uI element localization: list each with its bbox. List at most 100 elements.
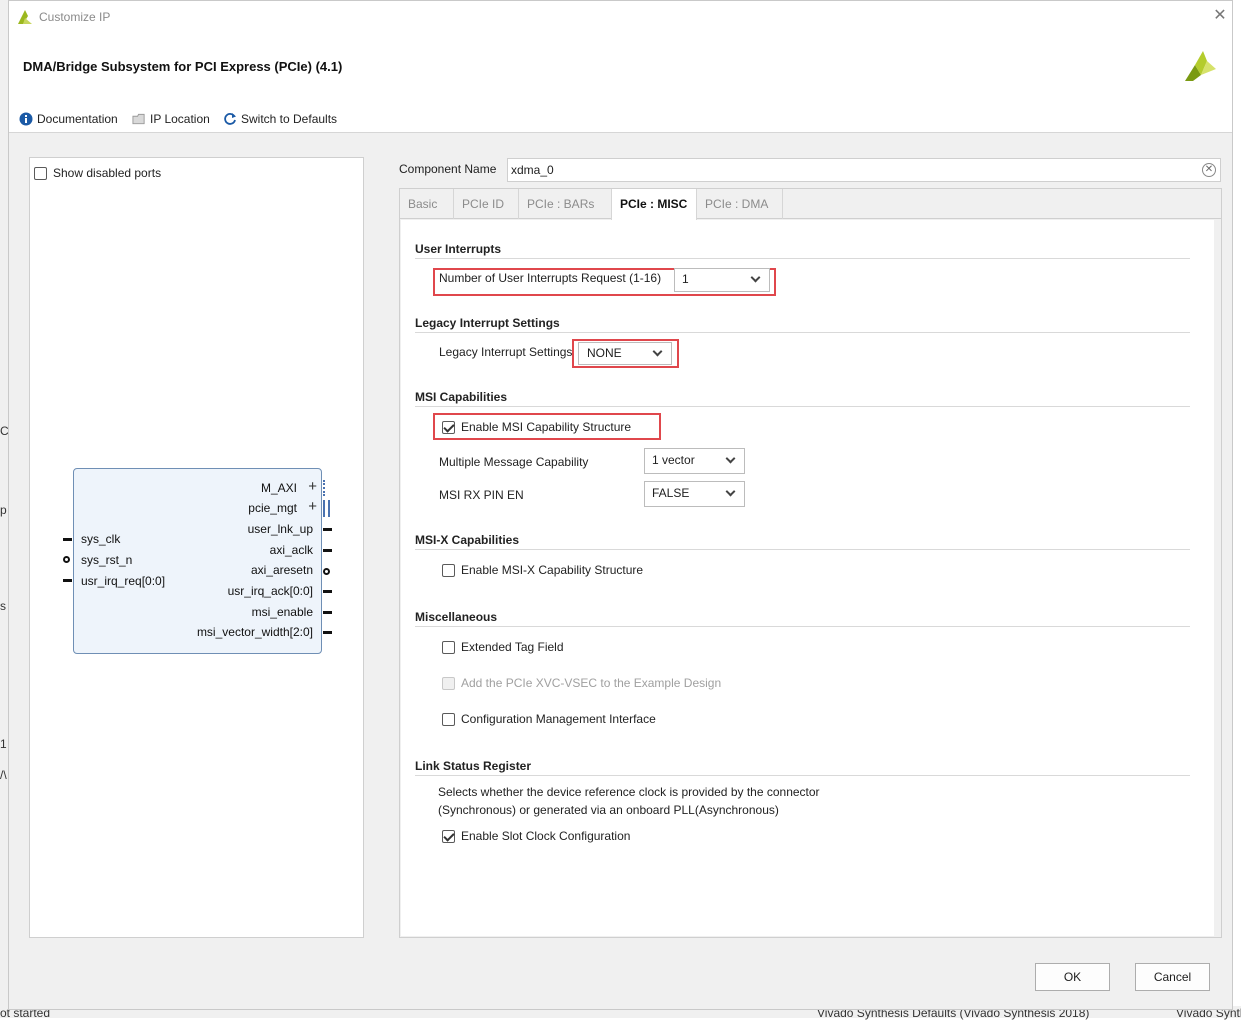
- port-msi-vector-width: msi_vector_width[2:0]: [196, 625, 313, 639]
- enable-msi-label: Enable MSI Capability Structure: [461, 420, 632, 434]
- ip-location-button[interactable]: IP Location: [132, 110, 210, 128]
- port-usr-irq-req: usr_irq_req[0:0]: [81, 574, 166, 588]
- bus-pin-m-axi: [323, 480, 330, 496]
- port-msi-enable: msi_enable: [251, 605, 313, 619]
- close-icon[interactable]: ✕: [1209, 5, 1231, 27]
- documentation-label: Documentation: [37, 112, 118, 126]
- extended-tag-label: Extended Tag Field: [461, 640, 564, 654]
- tab-bar: Basic PCIe ID PCIe : BARs PCIe : MISC PC…: [400, 189, 1221, 220]
- chevron-down-icon: [725, 453, 736, 464]
- section-miscellaneous: Miscellaneous: [415, 610, 498, 624]
- bus-pin-pcie-mgt: [323, 500, 330, 517]
- chevron-down-icon: [750, 272, 761, 283]
- xvc-vsec-checkbox: Add the PCIe XVC-VSEC to the Example Des…: [442, 676, 721, 690]
- pin-axi-aclk: [323, 549, 332, 552]
- port-user-lnk-up: user_lnk_up: [247, 522, 313, 536]
- expand-plus-icon[interactable]: +: [308, 499, 317, 514]
- enable-msi-checkbox[interactable]: Enable MSI Capability Structure: [442, 420, 631, 434]
- port-usr-irq-ack: usr_irq_ack[0:0]: [227, 584, 313, 598]
- multiple-message-label: Multiple Message Capability: [439, 455, 589, 469]
- xilinx-logo-icon: [1183, 51, 1217, 86]
- title-bar: Customize IP ✕: [9, 1, 1232, 33]
- port-axi-aresetn: axi_aresetn: [250, 563, 313, 577]
- chevron-down-icon: [652, 346, 663, 357]
- ip-title: DMA/Bridge Subsystem for PCI Express (PC…: [23, 59, 343, 74]
- separator: [415, 332, 1190, 333]
- separator: [415, 406, 1190, 407]
- expand-plus-icon[interactable]: +: [308, 479, 317, 494]
- section-user-interrupts: User Interrupts: [415, 242, 502, 256]
- checkbox-box: [442, 676, 455, 690]
- legacy-interrupt-dropdown[interactable]: NONE: [578, 342, 672, 365]
- checkbox-box[interactable]: [442, 640, 455, 654]
- link-status-description: (Synchronous) or generated via an onboar…: [438, 803, 779, 817]
- tab-pcie-id[interactable]: PCIe ID: [454, 189, 519, 219]
- switch-to-defaults-label: Switch to Defaults: [241, 112, 338, 126]
- section-link-status: Link Status Register: [415, 759, 532, 773]
- component-name-input[interactable]: xdma_0: [507, 158, 1221, 182]
- section-msix-capabilities: MSI-X Capabilities: [415, 533, 520, 547]
- clear-icon[interactable]: ✕: [1202, 163, 1216, 177]
- ip-symbol-block: M_AXI + pcie_mgt + user_lnk_up axi_aclk …: [73, 468, 322, 654]
- tab-basic[interactable]: Basic: [400, 189, 454, 219]
- port-m-axi: M_AXI: [260, 481, 297, 495]
- separator: [415, 626, 1190, 627]
- pin-user-lnk-up: [323, 528, 332, 531]
- checkbox-box[interactable]: [34, 166, 47, 180]
- config-mgmt-checkbox[interactable]: Configuration Management Interface: [442, 712, 656, 726]
- pin-sys-clk: [63, 538, 72, 541]
- documentation-button[interactable]: Documentation: [19, 110, 118, 128]
- component-name-label: Component Name: [399, 162, 497, 176]
- background-text: 1: [0, 737, 7, 751]
- multiple-message-dropdown[interactable]: 1 vector: [644, 448, 745, 474]
- port-pcie-mgt: pcie_mgt: [248, 501, 297, 515]
- separator: [415, 775, 1190, 776]
- config-mgmt-label: Configuration Management Interface: [461, 712, 656, 726]
- msi-rx-pin-dropdown[interactable]: FALSE: [644, 481, 745, 507]
- background-text: p: [0, 503, 7, 517]
- legacy-interrupt-value: NONE: [587, 346, 622, 360]
- ip-header: DMA/Bridge Subsystem for PCI Express (PC…: [9, 33, 1232, 133]
- config-tabs: Basic PCIe ID PCIe : BARs PCIe : MISC PC…: [399, 188, 1222, 938]
- checkbox-box[interactable]: [442, 563, 455, 577]
- cancel-button[interactable]: Cancel: [1135, 963, 1210, 991]
- user-interrupts-dropdown[interactable]: 1: [674, 268, 770, 292]
- checkbox-box[interactable]: [442, 712, 455, 726]
- pin-axi-aresetn-inverted: [323, 568, 330, 575]
- port-axi-aclk: axi_aclk: [269, 543, 313, 557]
- dialog-title: Customize IP: [39, 10, 111, 24]
- user-interrupts-label: Number of User Interrupts Request (1-16): [439, 271, 662, 285]
- checkbox-box[interactable]: [442, 829, 455, 843]
- tab-pcie-misc[interactable]: PCIe : MISC: [611, 189, 697, 220]
- ip-location-label: IP Location: [150, 112, 210, 126]
- xvc-vsec-label: Add the PCIe XVC-VSEC to the Example Des…: [461, 676, 722, 690]
- section-msi-capabilities: MSI Capabilities: [415, 390, 508, 404]
- pin-sys-rst-n-inverted: [63, 556, 70, 563]
- ok-button[interactable]: OK: [1035, 963, 1110, 991]
- extended-tag-checkbox[interactable]: Extended Tag Field: [442, 640, 564, 654]
- enable-msix-checkbox[interactable]: Enable MSI-X Capability Structure: [442, 563, 643, 577]
- separator: [415, 549, 1190, 550]
- vivado-logo-icon: [17, 9, 33, 28]
- checkbox-box[interactable]: [442, 420, 455, 434]
- switch-to-defaults-button[interactable]: Switch to Defaults: [223, 110, 337, 128]
- section-legacy-interrupt: Legacy Interrupt Settings: [415, 316, 560, 330]
- tab-pcie-dma[interactable]: PCIe : DMA: [697, 189, 783, 219]
- multiple-message-value: 1 vector: [652, 453, 695, 467]
- symbol-panel: Show disabled ports M_AXI + pcie_mgt + u…: [29, 157, 364, 938]
- show-disabled-ports-label: Show disabled ports: [53, 166, 162, 180]
- background-text: s: [0, 599, 6, 613]
- slot-clock-label: Enable Slot Clock Configuration: [461, 829, 631, 843]
- pin-usr-irq-req: [63, 579, 72, 582]
- slot-clock-checkbox[interactable]: Enable Slot Clock Configuration: [442, 829, 630, 843]
- msi-rx-pin-label: MSI RX PIN EN: [439, 488, 524, 502]
- chevron-down-icon: [725, 486, 736, 497]
- tab-pcie-bars[interactable]: PCIe : BARs: [519, 189, 612, 219]
- link-status-description: Selects whether the device reference clo…: [438, 785, 820, 799]
- info-icon: [19, 112, 33, 126]
- show-disabled-ports-checkbox[interactable]: Show disabled ports: [34, 166, 161, 180]
- user-interrupts-value: 1: [682, 272, 689, 286]
- pin-msi-enable: [323, 611, 332, 614]
- port-sys-clk: sys_clk: [81, 532, 121, 546]
- pin-usr-irq-ack: [323, 590, 332, 593]
